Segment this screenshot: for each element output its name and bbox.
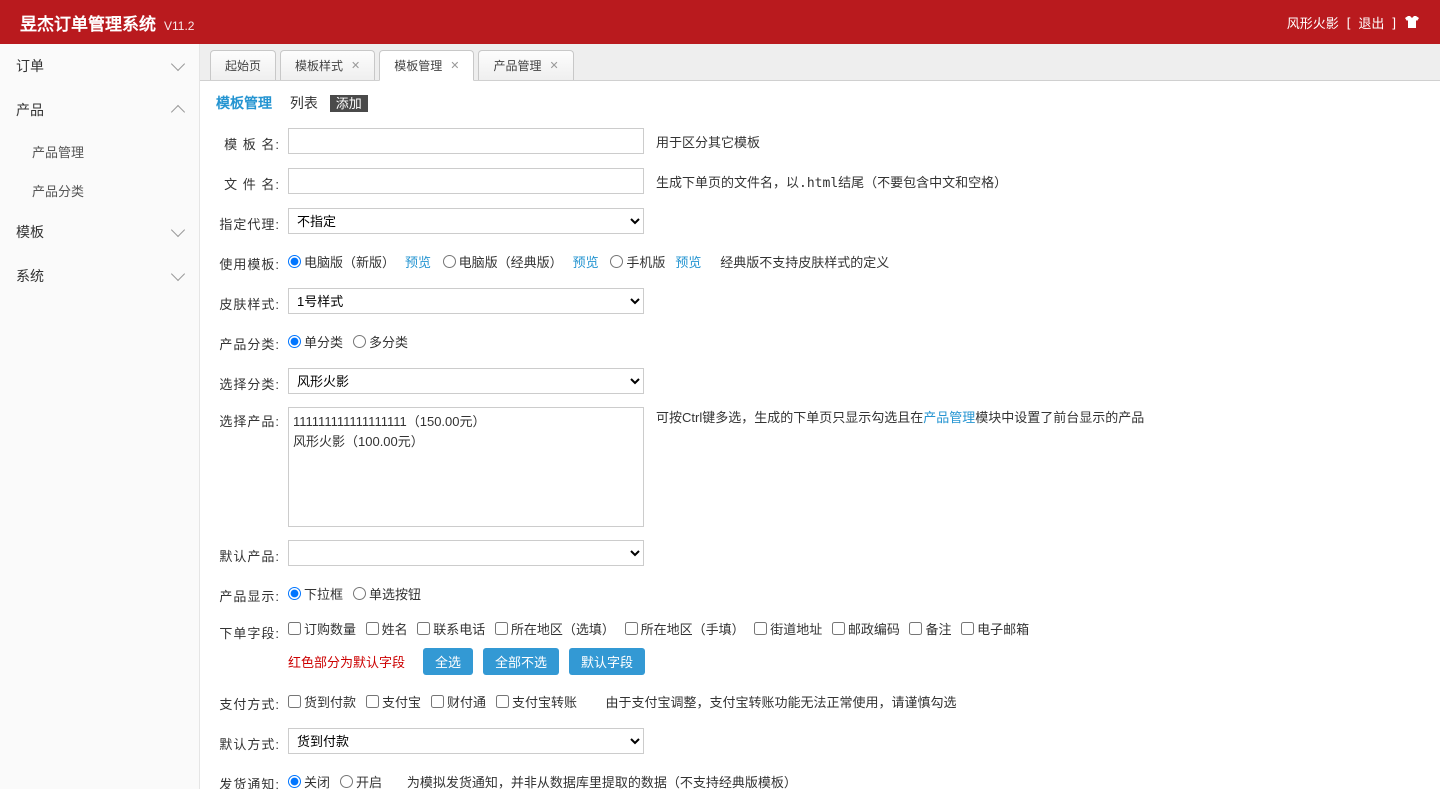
breadcrumb: 模板管理 列表 添加 (216, 93, 1424, 113)
app-version: V11.2 (164, 19, 194, 33)
theme-icon[interactable] (1404, 14, 1420, 30)
chevron-up-icon (171, 105, 185, 119)
template-name-hint: 用于区分其它模板 (656, 132, 760, 151)
cb-email[interactable]: 电子邮箱 (961, 619, 1029, 638)
cb-pay-transfer[interactable]: 支付宝转账 (496, 692, 577, 711)
sidebar-item-orders[interactable]: 订单 (0, 44, 199, 88)
cb-remark[interactable]: 备注 (909, 619, 951, 638)
radio-tpl-classic[interactable]: 电脑版（经典版） (443, 252, 563, 271)
header-user-area: 风形火影 [ 退出 ] (1287, 13, 1420, 32)
app-title: 昱杰订单管理系统 (20, 10, 156, 35)
payment-note: 由于支付宝调整，支付宝转账功能无法正常使用，请谨慎勾选 (606, 692, 957, 711)
tab-style[interactable]: 模板样式 ✕ (280, 50, 375, 80)
close-icon[interactable]: ✕ (351, 59, 360, 72)
tab-product[interactable]: 产品管理 ✕ (478, 50, 573, 80)
label-category: 产品分类: (216, 330, 288, 353)
label-select-category: 选择分类: (216, 370, 288, 393)
label-use-template: 使用模板: (216, 250, 288, 273)
radio-notify-on[interactable]: 开启 (340, 772, 382, 789)
content-body[interactable]: 模板管理 列表 添加 模 板 名: 用于区分其它模板 文 件 名: 生成下单页的… (200, 81, 1440, 789)
sidebar-item-products[interactable]: 产品 (0, 88, 199, 132)
radio-display-radio[interactable]: 单选按钮 (353, 584, 421, 603)
label-default-payment: 默认方式: (216, 730, 288, 753)
fields-note: 红色部分为默认字段 (288, 652, 405, 671)
sidebar-item-system[interactable]: 系统 (0, 254, 199, 298)
top-header: 昱杰订单管理系统 V11.2 风形火影 [ 退出 ] (0, 0, 1440, 44)
skin-select[interactable]: 1号样式 (288, 288, 644, 314)
label-notify: 发货通知: (216, 770, 288, 789)
close-icon[interactable]: ✕ (550, 59, 559, 72)
radio-tpl-new[interactable]: 电脑版（新版） (288, 252, 395, 271)
preview-new-link[interactable]: 预览 (405, 252, 431, 271)
product-manage-link[interactable]: 产品管理 (923, 410, 975, 425)
cb-pay-cod[interactable]: 货到付款 (288, 692, 356, 711)
product-listbox[interactable]: 111111111111111111（150.00元） 风形火影（100.00元… (288, 407, 644, 527)
cb-pay-alipay[interactable]: 支付宝 (366, 692, 421, 711)
label-skin: 皮肤样式: (216, 290, 288, 313)
cb-area-sel[interactable]: 所在地区（选填） (495, 619, 615, 638)
notify-note: 为模拟发货通知，并非从数据库里提取的数据（不支持经典版模板） (407, 772, 797, 789)
logout-link[interactable]: 退出 (1358, 13, 1384, 32)
close-icon[interactable]: ✕ (450, 59, 459, 72)
default-payment-select[interactable]: 货到付款 (288, 728, 644, 754)
label-payment: 支付方式: (216, 690, 288, 713)
breadcrumb-main[interactable]: 模板管理 (216, 95, 272, 111)
category-select[interactable]: 风形火影 (288, 368, 644, 394)
cb-zip[interactable]: 邮政编码 (832, 619, 900, 638)
tab-bar: 起始页 模板样式 ✕ 模板管理 ✕ 产品管理 ✕ (200, 44, 1440, 81)
cb-qty[interactable]: 订购数量 (288, 619, 356, 638)
file-name-hint: 生成下单页的文件名，以.html结尾（不要包含中文和空格） (656, 172, 1007, 191)
cb-pay-tenpay[interactable]: 财付通 (431, 692, 486, 711)
label-template-name: 模 板 名: (216, 130, 288, 153)
radio-tpl-mobile[interactable]: 手机版 (610, 252, 665, 271)
chevron-down-icon (171, 267, 185, 281)
cb-area-input[interactable]: 所在地区（手填） (625, 619, 745, 638)
btn-select-all[interactable]: 全选 (423, 648, 473, 675)
file-name-input[interactable] (288, 168, 644, 194)
label-agent: 指定代理: (216, 210, 288, 233)
sidebar-sub-product-category[interactable]: 产品分类 (0, 171, 199, 210)
radio-cat-single[interactable]: 单分类 (288, 332, 343, 351)
preview-classic-link[interactable]: 预览 (573, 252, 599, 271)
tab-start[interactable]: 起始页 (210, 50, 276, 80)
tab-manage[interactable]: 模板管理 ✕ (379, 50, 474, 81)
header-brand: 昱杰订单管理系统 V11.2 (20, 10, 194, 35)
btn-default-fields[interactable]: 默认字段 (569, 648, 645, 675)
label-display: 产品显示: (216, 582, 288, 605)
cb-name[interactable]: 姓名 (366, 619, 408, 638)
cb-address[interactable]: 街道地址 (754, 619, 822, 638)
label-default-product: 默认产品: (216, 542, 288, 565)
preview-mobile-link[interactable]: 预览 (675, 252, 701, 271)
default-product-select[interactable] (288, 540, 644, 566)
label-fields: 下单字段: (216, 619, 288, 642)
username: 风形火影 (1287, 13, 1339, 32)
breadcrumb-list[interactable]: 列表 (290, 95, 318, 111)
product-option-1[interactable]: 111111111111111111（150.00元） (293, 412, 639, 432)
radio-display-select[interactable]: 下拉框 (288, 584, 343, 603)
radio-notify-off[interactable]: 关闭 (288, 772, 330, 789)
chevron-down-icon (171, 57, 185, 71)
product-hint: 可按Ctrl键多选，生成的下单页只显示勾选且在产品管理模块中设置了前台显示的产品 (656, 407, 1144, 426)
sidebar: 订单 产品 产品管理 产品分类 模板 系统 (0, 44, 200, 789)
product-option-2[interactable]: 风形火影（100.00元） (293, 432, 639, 452)
agent-select[interactable]: 不指定 (288, 208, 644, 234)
radio-cat-multi[interactable]: 多分类 (353, 332, 408, 351)
cb-phone[interactable]: 联系电话 (417, 619, 485, 638)
sidebar-sub-product-manage[interactable]: 产品管理 (0, 132, 199, 171)
template-name-input[interactable] (288, 128, 644, 154)
label-select-product: 选择产品: (216, 407, 288, 430)
classic-note: 经典版不支持皮肤样式的定义 (720, 252, 889, 271)
chevron-down-icon (171, 223, 185, 237)
btn-select-none[interactable]: 全部不选 (483, 648, 559, 675)
sidebar-item-template[interactable]: 模板 (0, 210, 199, 254)
breadcrumb-add[interactable]: 添加 (330, 95, 368, 112)
label-file-name: 文 件 名: (216, 170, 288, 193)
